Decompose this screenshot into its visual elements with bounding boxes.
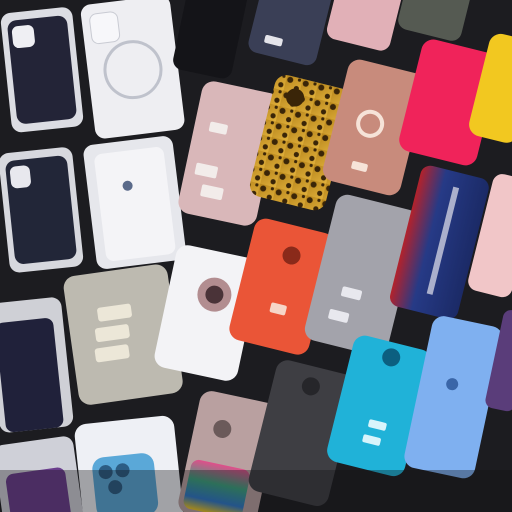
phone-case xyxy=(0,7,84,133)
phone-case-rack-photo xyxy=(0,0,512,512)
phone-case xyxy=(0,147,84,273)
phone-case xyxy=(83,136,186,269)
phone-case xyxy=(80,0,185,139)
bottom-shadow xyxy=(0,470,512,512)
